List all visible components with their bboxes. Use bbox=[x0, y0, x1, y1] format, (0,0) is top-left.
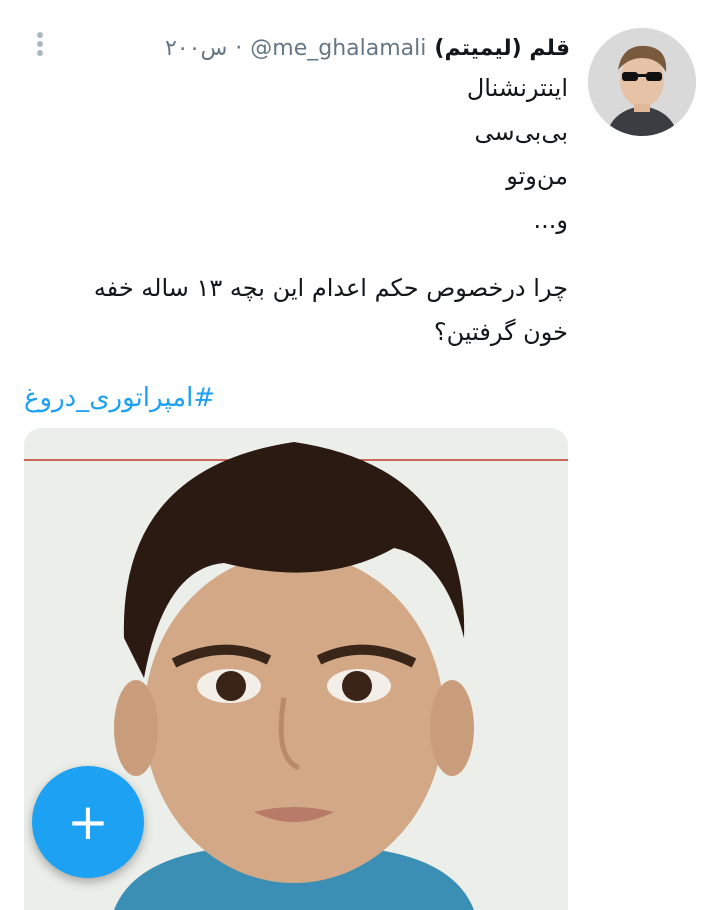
hashtag-link[interactable]: #امپراتوری_دروغ bbox=[24, 374, 568, 422]
tweet-line: چرا درخصوص حکم اعدام این بچه ۱۳ ساله خفه bbox=[93, 274, 568, 302]
plus-icon: + bbox=[67, 793, 109, 851]
hashtag-text: #امپراتوری_دروغ bbox=[24, 383, 216, 413]
tweet-line: بی‌بی‌سی bbox=[474, 118, 568, 146]
vertical-ellipsis-icon bbox=[37, 32, 43, 56]
avatar-image bbox=[588, 28, 696, 136]
more-options-button[interactable] bbox=[30, 30, 50, 60]
author-handle[interactable]: @me_ghalamali bbox=[250, 36, 426, 61]
tweet-line: من‌وتو bbox=[506, 162, 568, 190]
author-display-name[interactable]: قلم (لیمیتم) bbox=[434, 36, 570, 61]
tweet-header: ۲۰۰س · @me_ghalamali قلم (لیمیتم) bbox=[140, 30, 570, 66]
tweet-line: خون گرفتین؟ bbox=[433, 318, 568, 346]
author-avatar[interactable] bbox=[588, 28, 696, 136]
tweet-line: اینترنشنال bbox=[466, 74, 568, 102]
header-separator: · bbox=[235, 35, 243, 61]
compose-tweet-button[interactable]: + bbox=[32, 766, 144, 878]
tweet-time[interactable]: ۲۰۰س bbox=[165, 36, 227, 61]
tweet-text: اینترنشنال بی‌بی‌سی من‌وتو و... چرا درخص… bbox=[30, 66, 568, 354]
tweet-line: و... bbox=[533, 206, 568, 234]
